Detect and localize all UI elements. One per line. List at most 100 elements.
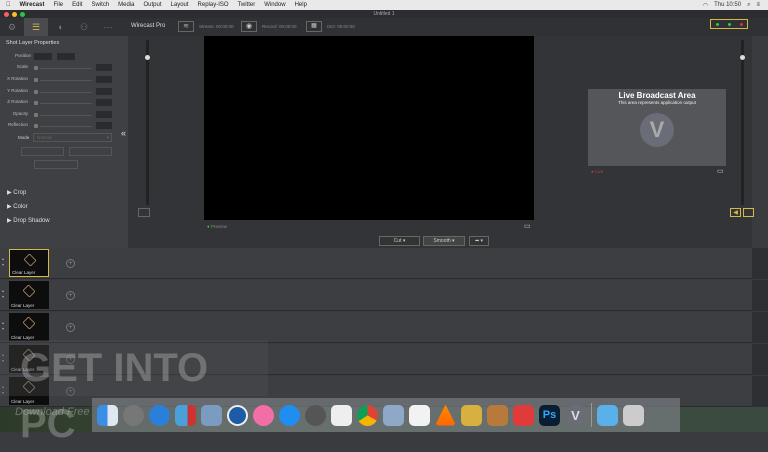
z-rotation-slider[interactable]	[34, 101, 38, 105]
menu-media[interactable]: Media	[118, 2, 134, 8]
y-rotation-field[interactable]	[96, 88, 112, 95]
app-store-icon[interactable]	[279, 404, 300, 426]
layer-scrollbar[interactable]	[752, 248, 768, 279]
layer-scrollbar[interactable]	[752, 376, 768, 407]
wirecast-logo: Wirecast Pro	[131, 23, 166, 29]
add-shot-button[interactable]: +	[66, 323, 75, 332]
scale-slider[interactable]	[34, 66, 38, 70]
add-shot-button[interactable]: +	[66, 291, 75, 300]
launchpad-icon[interactable]	[123, 404, 144, 426]
menu-layout[interactable]: Layout	[171, 2, 189, 8]
audio-meter-right[interactable]	[741, 40, 744, 205]
section-crop[interactable]: ▶ Crop	[7, 189, 26, 196]
user-tab-icon[interactable]: ⚇	[72, 18, 96, 36]
menu-window[interactable]: Window	[264, 2, 285, 8]
menu-twitter[interactable]: Twitter	[238, 2, 256, 8]
photoshop-icon[interactable]: Ps	[539, 404, 560, 426]
z-rotation-field[interactable]	[96, 99, 112, 106]
system-preferences-icon[interactable]	[305, 404, 326, 426]
reorder-arrows-icon[interactable]: ▴ ▾	[2, 320, 4, 332]
position-y-field[interactable]	[57, 53, 75, 60]
add-shot-button[interactable]: +	[66, 259, 75, 268]
section-drop-shadow[interactable]: ▶ Drop Shadow	[7, 217, 50, 224]
monitor-icon[interactable]: ▭	[717, 167, 724, 175]
trash-icon[interactable]	[623, 404, 644, 426]
layer-shot[interactable]: Clear Layer	[9, 281, 49, 309]
folder-icon[interactable]	[597, 404, 618, 426]
image-capture-icon[interactable]	[383, 404, 404, 426]
iso-button[interactable]: ▦	[306, 21, 322, 32]
live-canvas[interactable]: Live Broadcast Area This area represents…	[588, 89, 726, 166]
opacity-field[interactable]	[96, 111, 112, 118]
layer-shot[interactable]: Clear Layer	[9, 313, 49, 341]
gear-icon[interactable]: ⚙	[0, 18, 24, 36]
collapse-panel-icon[interactable]: «	[121, 128, 126, 138]
speaker-icon[interactable]: ◀	[730, 208, 741, 217]
search-icon[interactable]: ⌕	[747, 2, 750, 9]
1password-icon[interactable]	[227, 404, 248, 426]
layer-scrollbar[interactable]	[752, 344, 768, 375]
transmit-icon[interactable]	[461, 404, 482, 426]
pocket-icon[interactable]	[513, 404, 534, 426]
menu-file[interactable]: File	[53, 2, 63, 8]
disabled-button[interactable]	[69, 147, 112, 156]
vlc-icon[interactable]	[435, 404, 456, 426]
menu-switch[interactable]: Switch	[91, 2, 109, 8]
minimize-button[interactable]	[12, 12, 17, 17]
headphones-icon[interactable]	[743, 208, 754, 217]
close-button[interactable]	[4, 12, 9, 17]
y-rotation-slider[interactable]	[34, 90, 38, 94]
menu-edit[interactable]: Edit	[72, 2, 82, 8]
textedit-icon[interactable]	[331, 404, 352, 426]
menu-help[interactable]: Help	[295, 2, 307, 8]
record-button[interactable]: ◉	[241, 21, 257, 32]
x-rotation-slider[interactable]	[34, 78, 38, 82]
clock[interactable]: Thu 10:50	[714, 2, 741, 8]
x-rotation-field[interactable]	[96, 76, 112, 83]
menu-output[interactable]: Output	[144, 2, 162, 8]
photo-booth-icon[interactable]	[175, 404, 196, 426]
audio-tab-icon[interactable]: ◖	[48, 18, 72, 36]
disabled-button[interactable]	[34, 160, 78, 169]
scale-field[interactable]	[96, 64, 112, 71]
zoom-button[interactable]	[20, 12, 25, 17]
chrome-icon[interactable]	[357, 404, 378, 426]
stream-button[interactable]: ≋	[178, 21, 194, 32]
more-tab-icon[interactable]: ⋯	[96, 18, 120, 36]
go-button[interactable]: ➡ ▾	[469, 236, 489, 246]
layer-scrollbar[interactable]	[752, 280, 768, 311]
menu-app[interactable]: Wirecast	[20, 2, 45, 8]
speaker-button[interactable]	[138, 208, 150, 217]
layers-tab-icon[interactable]: ☰	[24, 18, 48, 36]
itunes-icon[interactable]	[253, 404, 274, 426]
mode-select[interactable]: Normal ▾	[33, 133, 112, 142]
apple-icon[interactable]: 	[6, 2, 11, 8]
transition-smooth-select[interactable]: Smooth ▾	[423, 236, 465, 246]
layout-switcher[interactable]	[710, 19, 748, 29]
volume-slider-knob[interactable]	[145, 55, 150, 60]
master-volume-knob[interactable]	[740, 55, 745, 60]
reflection-field[interactable]	[96, 122, 112, 129]
audio-meter-left[interactable]	[146, 40, 149, 205]
section-color[interactable]: ▶ Color	[7, 203, 28, 210]
reorder-arrows-icon[interactable]: ▴ ▾	[2, 288, 4, 300]
transition-cut-select[interactable]: Cut ▾	[379, 236, 420, 246]
position-x-field[interactable]	[34, 53, 52, 60]
preview-app-icon[interactable]	[201, 404, 222, 426]
reflection-slider[interactable]	[34, 124, 38, 128]
notification-icon[interactable]: ≡	[756, 2, 760, 8]
layer-scrollbar[interactable]	[752, 312, 768, 343]
safari-icon[interactable]	[149, 404, 170, 426]
finder-icon[interactable]	[97, 404, 118, 426]
layer-shot[interactable]: Clear Layer	[9, 249, 49, 277]
opacity-slider[interactable]	[34, 113, 38, 117]
menu-replay-iso[interactable]: Replay-ISO	[198, 2, 229, 8]
disabled-button[interactable]	[21, 147, 64, 156]
monitor-icon[interactable]: ▭	[524, 222, 531, 230]
wirecast-icon[interactable]: V	[565, 404, 586, 426]
reorder-arrows-icon[interactable]: ▴ ▾	[2, 256, 4, 268]
archive-utility-icon[interactable]	[487, 404, 508, 426]
preview-canvas[interactable]	[204, 36, 534, 220]
notes-icon[interactable]	[409, 404, 430, 426]
wifi-icon[interactable]: ◠	[703, 2, 708, 9]
